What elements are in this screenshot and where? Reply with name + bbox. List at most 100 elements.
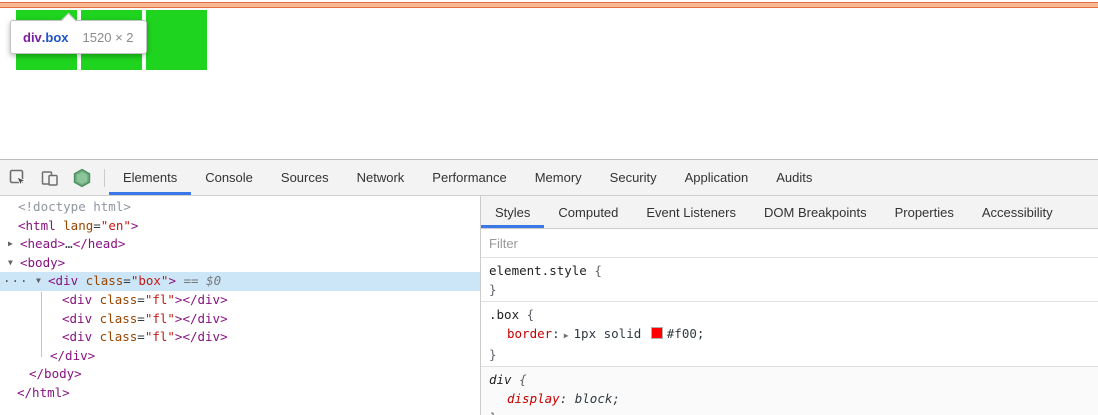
code-token-plain: = — [137, 292, 145, 307]
tooltip-tag-name: div — [23, 30, 42, 45]
css-rule[interactable]: .box {border:▶1px solid #f00;} — [481, 302, 1098, 367]
dom-tree-row[interactable]: <div class="fl"></div> — [0, 310, 480, 329]
code-token-tag: <html — [18, 218, 63, 233]
devtools-toolbar: ElementsConsoleSourcesNetworkPerformance… — [0, 160, 1098, 196]
css-property[interactable]: display: block; — [489, 389, 1098, 408]
dom-tree-row[interactable]: ▶ <head>…</head> — [0, 235, 480, 254]
expand-arrow-closed-icon[interactable]: ▶ — [8, 235, 13, 254]
green-box — [146, 10, 207, 70]
css-rules-list: element.style {}.box {border:▶1px solid … — [481, 258, 1098, 415]
css-property[interactable]: border:▶1px solid #f00; — [489, 324, 1098, 345]
code-token-plain: = — [123, 273, 131, 288]
code-token-tag: </body> — [29, 366, 82, 381]
css-property-name[interactable]: border — [507, 326, 552, 341]
code-token-tag: </div> — [182, 311, 227, 326]
device-toolbar-icon[interactable] — [38, 166, 62, 190]
devtools-panel: ElementsConsoleSourcesNetworkPerformance… — [0, 159, 1098, 415]
tab-audits[interactable]: Audits — [762, 160, 826, 195]
code-token-tag: > — [168, 273, 176, 288]
css-selector[interactable]: div — [489, 372, 512, 387]
code-token-tag: <div — [48, 273, 86, 288]
code-token-tag: <div — [62, 292, 100, 307]
tooltip-dimensions: 1520 × 2 — [83, 30, 134, 45]
code-token-attr: class — [100, 329, 138, 344]
elements-tree-pane: <!doctype html><html lang="en">▶<head>…<… — [0, 196, 481, 415]
code-token-attr: class — [100, 292, 138, 307]
dom-tree-row[interactable]: <html lang="en"> — [0, 217, 480, 236]
devtools-tab-bar: ElementsConsoleSourcesNetworkPerformance… — [109, 160, 826, 195]
code-token-val: "fl" — [145, 311, 175, 326]
code-token-attr: class — [100, 311, 138, 326]
tab-sources[interactable]: Sources — [267, 160, 343, 195]
sidebar-tab-accessibility[interactable]: Accessibility — [968, 196, 1067, 228]
code-token-tag: </div> — [50, 348, 95, 363]
css-property-value[interactable]: block; — [575, 391, 620, 406]
property-expand-icon[interactable]: ▶ — [564, 331, 569, 340]
code-token-tag: <body> — [20, 255, 65, 270]
code-token-tag: <head> — [20, 236, 65, 251]
code-token-val: "en" — [101, 218, 131, 233]
code-token-attr: lang — [63, 218, 93, 233]
code-token-tag: </html> — [17, 385, 70, 400]
styles-tab-bar: StylesComputedEvent ListenersDOM Breakpo… — [481, 196, 1098, 229]
code-token-flag: == $0 — [176, 273, 221, 288]
sidebar-tab-styles[interactable]: Styles — [481, 196, 544, 228]
styles-filter-bar — [481, 229, 1098, 258]
code-token-val: "fl" — [145, 329, 175, 344]
tab-memory[interactable]: Memory — [521, 160, 596, 195]
tab-elements[interactable]: Elements — [109, 160, 191, 195]
tab-network[interactable]: Network — [343, 160, 419, 195]
code-token-gray: <!doctype html> — [18, 199, 131, 214]
styles-sidebar-pane: StylesComputedEvent ListenersDOM Breakpo… — [481, 196, 1098, 415]
sidebar-tab-computed[interactable]: Computed — [544, 196, 632, 228]
css-property-value[interactable]: 1px solid — [574, 326, 649, 341]
code-token-plain: … — [65, 236, 73, 251]
page-viewport: div.box 1520 × 2 — [0, 0, 1098, 159]
devtools-body: <!doctype html><html lang="en">▶<head>…<… — [0, 196, 1098, 415]
tab-security[interactable]: Security — [596, 160, 671, 195]
code-token-attr: class — [86, 273, 124, 288]
sidebar-tab-properties[interactable]: Properties — [881, 196, 968, 228]
element-info-tooltip: div.box 1520 × 2 — [10, 20, 147, 54]
code-token-tag: </div> — [182, 329, 227, 344]
dom-tree-row[interactable]: <!doctype html> — [0, 198, 480, 217]
dom-tree-row[interactable]: ... ▼ <div class="box"> == $0 — [0, 272, 480, 291]
code-token-tag: </div> — [182, 292, 227, 307]
code-token-tag: <div — [62, 311, 100, 326]
code-token-plain: = — [93, 218, 101, 233]
code-token-val: "box" — [131, 273, 169, 288]
code-token-tag: <div — [62, 329, 100, 344]
code-token-val: "fl" — [145, 292, 175, 307]
inspected-element-highlight — [0, 2, 1098, 8]
styles-filter-input[interactable] — [487, 235, 1041, 252]
code-token-tag: </head> — [73, 236, 126, 251]
dom-tree-row[interactable]: </body> — [0, 365, 480, 384]
css-rule[interactable]: element.style {} — [481, 258, 1098, 302]
dom-tree-row[interactable]: </html> — [0, 384, 480, 403]
screenshot-root: div.box 1520 × 2 — [0, 0, 1098, 415]
dom-tree-row[interactable]: <div class="fl"></div> — [0, 328, 480, 347]
vue-extension-icon[interactable] — [70, 166, 94, 190]
tab-console[interactable]: Console — [191, 160, 267, 195]
tree-row-gutter-dots: ... — [3, 269, 29, 288]
css-rule[interactable]: div {display: block;} — [481, 367, 1098, 415]
css-selector[interactable]: .box — [489, 307, 519, 322]
tab-performance[interactable]: Performance — [418, 160, 520, 195]
dom-tree-row[interactable]: <div class="fl"></div> — [0, 291, 480, 310]
tab-application[interactable]: Application — [671, 160, 763, 195]
inspect-icon[interactable] — [6, 166, 30, 190]
sidebar-tab-dom-breakpoints[interactable]: DOM Breakpoints — [750, 196, 881, 228]
dom-tree-row[interactable]: ▼<body> — [0, 254, 480, 273]
sidebar-tab-event-listeners[interactable]: Event Listeners — [632, 196, 750, 228]
css-property-name[interactable]: display — [507, 391, 560, 406]
color-swatch[interactable] — [651, 327, 663, 339]
dom-tree-row[interactable]: </div> — [0, 347, 480, 366]
toolbar-separator — [104, 169, 105, 187]
code-token-plain: = — [137, 329, 145, 344]
tooltip-class-name: .box — [42, 30, 69, 45]
expand-arrow-open-icon[interactable]: ▼ — [36, 272, 41, 291]
toolbar-buttons — [0, 160, 100, 195]
css-color-value[interactable]: #f00; — [667, 326, 705, 341]
css-selector[interactable]: element.style — [489, 263, 587, 278]
code-token-plain: = — [137, 311, 145, 326]
